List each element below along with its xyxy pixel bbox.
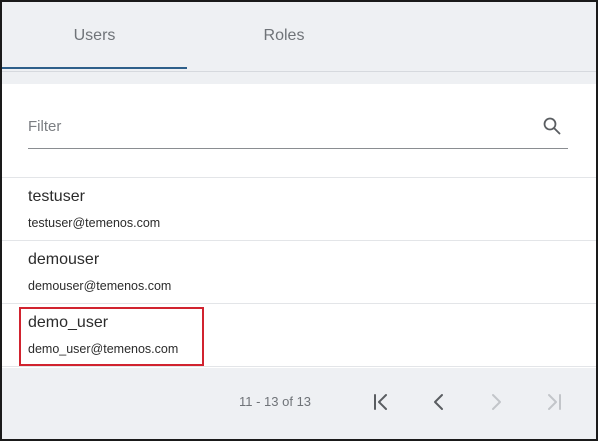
user-email: demouser@temenos.com [28,279,172,293]
user-email: testuser@temenos.com [28,216,161,230]
user-name: demo_user [28,314,109,331]
user-list-window: Users Roles testuser testuser@temenos.co… [0,0,598,441]
user-list-item[interactable]: testuser testuser@temenos.com [2,178,596,241]
user-name: demouser [28,251,100,268]
tab-users-label: Users [73,27,116,44]
last-page-icon [548,394,561,410]
tab-bar: Users Roles [2,2,596,72]
next-page-button[interactable] [484,390,508,414]
tab-users[interactable]: Users [2,2,187,70]
last-page-button[interactable] [542,390,566,414]
user-list-item[interactable]: demo_user demo_user@temenos.com [2,304,596,367]
pagination-bar: 11 - 13 of 13 [2,368,596,439]
user-list-item[interactable]: demouser demouser@temenos.com [2,241,596,304]
users-panel: testuser testuser@temenos.com demouser d… [2,84,596,368]
filter-field [28,108,568,149]
pagination-range: 11 - 13 of 13 [239,394,312,409]
active-tab-indicator [2,67,187,69]
filter-input[interactable] [28,112,528,140]
chevron-left-icon [434,394,443,410]
first-page-icon [374,394,387,410]
first-page-button[interactable] [369,390,393,414]
search-icon[interactable] [542,116,562,136]
tab-roles-label: Roles [263,27,305,44]
user-email: demo_user@temenos.com [28,342,179,356]
chevron-right-icon [492,394,501,410]
user-name: testuser [28,188,85,205]
previous-page-button[interactable] [427,390,451,414]
user-list: testuser testuser@temenos.com demouser d… [2,177,596,367]
tab-roles[interactable]: Roles [190,2,378,70]
